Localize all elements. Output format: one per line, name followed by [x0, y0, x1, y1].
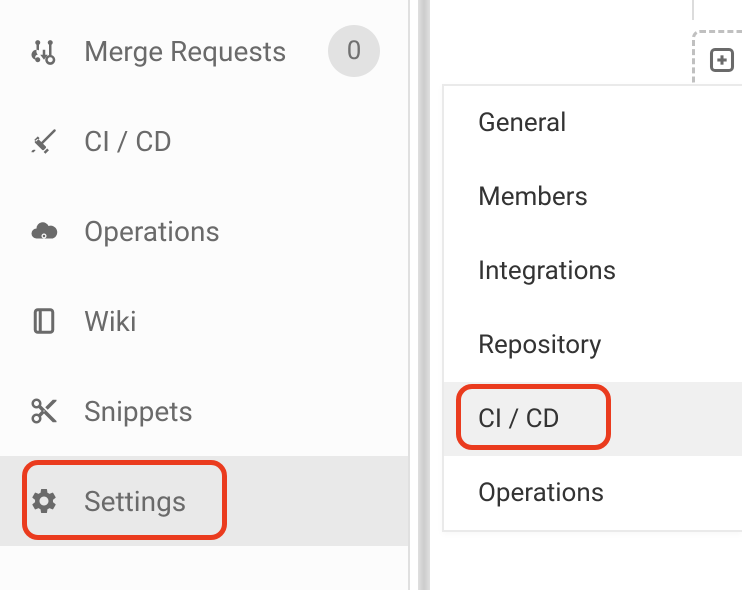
- settings-submenu: General Members Integrations Repository …: [442, 84, 742, 532]
- plus-icon: [708, 46, 736, 74]
- submenu-item-general[interactable]: General: [444, 86, 742, 160]
- sidebar-item-label: Wiki: [84, 305, 380, 338]
- content-area: General Members Integrations Repository …: [430, 0, 742, 590]
- submenu-item-repository[interactable]: Repository: [444, 308, 742, 382]
- add-widget-placeholder[interactable]: [692, 30, 742, 90]
- sidebar-item-ci-cd[interactable]: CI / CD: [0, 96, 408, 186]
- sidebar-item-operations[interactable]: Operations: [0, 186, 408, 276]
- ghost-panel-top: [692, 0, 742, 20]
- rocket-icon: [28, 125, 60, 157]
- merge-requests-icon: [28, 35, 60, 67]
- sidebar-item-wiki[interactable]: Wiki: [0, 276, 408, 366]
- gear-icon: [28, 485, 60, 517]
- submenu-item-label: General: [478, 108, 566, 138]
- sidebar-item-snippets[interactable]: Snippets: [0, 366, 408, 456]
- scissors-icon: [28, 395, 60, 427]
- submenu-item-members[interactable]: Members: [444, 160, 742, 234]
- sidebar-item-label: Snippets: [84, 395, 380, 428]
- cloud-gear-icon: [28, 215, 60, 247]
- submenu-item-operations[interactable]: Operations: [444, 456, 742, 530]
- merge-requests-badge: 0: [328, 25, 380, 77]
- sidebar: Merge Requests 0 CI / CD Operations Wiki…: [0, 0, 410, 590]
- sidebar-item-settings[interactable]: Settings: [0, 456, 408, 546]
- sidebar-divider[interactable]: [418, 0, 430, 590]
- submenu-item-ci-cd[interactable]: CI / CD: [444, 382, 742, 456]
- sidebar-item-label: Settings: [84, 485, 380, 518]
- sidebar-item-merge-requests[interactable]: Merge Requests 0: [0, 6, 408, 96]
- sidebar-item-label: Operations: [84, 215, 380, 248]
- submenu-item-label: Members: [478, 182, 588, 212]
- sidebar-item-label: Merge Requests: [84, 35, 304, 68]
- book-icon: [28, 305, 60, 337]
- submenu-item-integrations[interactable]: Integrations: [444, 234, 742, 308]
- submenu-item-label: Repository: [478, 330, 601, 360]
- submenu-item-label: CI / CD: [478, 404, 560, 434]
- submenu-item-label: Operations: [478, 478, 604, 508]
- sidebar-item-label: CI / CD: [84, 125, 380, 158]
- submenu-item-label: Integrations: [478, 256, 616, 286]
